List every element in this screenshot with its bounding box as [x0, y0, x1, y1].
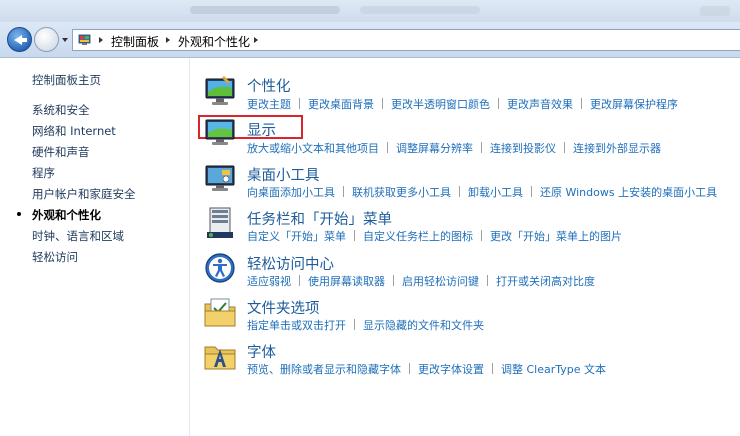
- link-uninstall-gadget[interactable]: 卸载小工具: [468, 184, 523, 200]
- sidebar-item-ease-of-access[interactable]: 轻松访问: [32, 249, 78, 265]
- category-title-ease-of-access[interactable]: 轻松访问中心: [247, 253, 334, 274]
- breadcrumb-separator-icon[interactable]: [166, 37, 170, 43]
- sidebar-item-hardware-sound[interactable]: 硬件和声音: [32, 144, 90, 160]
- sidebar-item-programs[interactable]: 程序: [32, 165, 55, 181]
- link-optimize-visual[interactable]: 适应弱视: [247, 273, 291, 289]
- fonts-icon: [204, 346, 236, 370]
- link-connect-external-display[interactable]: 连接到外部显示器: [573, 140, 661, 156]
- current-item-bullet: [17, 212, 21, 216]
- link-change-window-color[interactable]: 更改半透明窗口颜色: [391, 96, 490, 112]
- category-links-personalization: 更改主题 更改桌面背景 更改半透明窗口颜色 更改声音效果 更改屏幕保护程序: [247, 96, 678, 112]
- link-divider: [487, 275, 488, 286]
- link-divider: [354, 319, 355, 330]
- link-divider: [299, 98, 300, 109]
- blurred-window-controls: [700, 6, 730, 16]
- link-customize-start-menu[interactable]: 自定义「开始」菜单: [247, 228, 346, 244]
- gadgets-icon: [205, 165, 235, 191]
- link-customize-taskbar-icons[interactable]: 自定义任务栏上的图标: [363, 228, 473, 244]
- sidebar-item-clock-language[interactable]: 时钟、语言和区域: [32, 228, 124, 244]
- sidebar-item-user-accounts[interactable]: 用户帐户和家庭安全: [32, 186, 136, 202]
- taskbar-icon: [207, 207, 233, 238]
- link-divider: [492, 363, 493, 374]
- category-title-fonts[interactable]: 字体: [247, 341, 276, 362]
- control-panel-icon: [78, 34, 91, 45]
- link-change-start-menu-picture[interactable]: 更改「开始」菜单上的图片: [490, 228, 622, 244]
- link-change-font-settings[interactable]: 更改字体设置: [418, 361, 484, 377]
- category-links-display: 放大或缩小文本和其他项目 调整屏幕分辨率 连接到投影仪 连接到外部显示器: [247, 140, 661, 156]
- link-adjust-cleartype[interactable]: 调整 ClearType 文本: [501, 361, 606, 377]
- link-adjust-resolution[interactable]: 调整屏幕分辨率: [396, 140, 473, 156]
- link-divider: [387, 142, 388, 153]
- link-resize-text[interactable]: 放大或缩小文本和其他项目: [247, 140, 379, 156]
- address-bar[interactable]: 控制面板 外观和个性化: [72, 29, 740, 51]
- link-use-screen-reader[interactable]: 使用屏幕读取器: [308, 273, 385, 289]
- link-add-gadgets[interactable]: 向桌面添加小工具: [247, 184, 335, 200]
- link-high-contrast[interactable]: 打开或关闭高对比度: [496, 273, 595, 289]
- category-title-folder-options[interactable]: 文件夹选项: [247, 297, 320, 318]
- breadcrumb-separator-icon[interactable]: [99, 37, 103, 43]
- link-divider: [564, 142, 565, 153]
- breadcrumb-control-panel[interactable]: 控制面板: [111, 33, 159, 50]
- sidebar-item-appearance: 外观和个性化: [32, 208, 101, 222]
- category-title-taskbar[interactable]: 任务栏和「开始」菜单: [247, 208, 392, 229]
- category-links-fonts: 预览、删除或者显示和隐藏字体 更改字体设置 调整 ClearType 文本: [247, 361, 606, 377]
- category-links-ease-of-access: 适应弱视 使用屏幕读取器 启用轻松访问键 打开或关闭高对比度: [247, 273, 595, 289]
- link-show-hidden-files[interactable]: 显示隐藏的文件和文件夹: [363, 317, 484, 333]
- sidebar: 控制面板主页 系统和安全 网络和 Internet 硬件和声音 程序 用户帐户和…: [0, 59, 190, 436]
- forward-button[interactable]: [34, 27, 59, 52]
- link-divider: [531, 186, 532, 197]
- category-title-gadgets[interactable]: 桌面小工具: [247, 164, 320, 185]
- link-divider: [343, 186, 344, 197]
- link-restore-gadgets[interactable]: 还原 Windows 上安装的桌面小工具: [540, 184, 717, 200]
- category-links-folder-options: 指定单击或双击打开 显示隐藏的文件和文件夹: [247, 317, 484, 333]
- link-divider: [409, 363, 410, 374]
- link-divider: [299, 275, 300, 286]
- link-divider: [393, 275, 394, 286]
- link-divider: [481, 230, 482, 241]
- main-content: 个性化 更改主题 更改桌面背景 更改半透明窗口颜色 更改声音效果 更改屏幕保护程序 显示…: [191, 59, 740, 436]
- link-change-sounds[interactable]: 更改声音效果: [507, 96, 573, 112]
- link-connect-projector[interactable]: 连接到投影仪: [490, 140, 556, 156]
- link-change-desktop-background[interactable]: 更改桌面背景: [308, 96, 374, 112]
- link-divider: [498, 98, 499, 109]
- link-single-double-click[interactable]: 指定单击或双击打开: [247, 317, 346, 333]
- category-title-display[interactable]: 显示: [247, 119, 276, 140]
- sidebar-item-system-security[interactable]: 系统和安全: [32, 102, 90, 118]
- link-turn-on-easy-access-keys[interactable]: 启用轻松访问键: [402, 273, 479, 289]
- category-links-gadgets: 向桌面添加小工具 联机获取更多小工具 卸载小工具 还原 Windows 上安装的桌面小…: [247, 184, 717, 200]
- link-divider: [581, 98, 582, 109]
- link-get-more-gadgets[interactable]: 联机获取更多小工具: [352, 184, 451, 200]
- personalization-icon: [205, 76, 235, 105]
- back-button[interactable]: [7, 27, 32, 52]
- breadcrumb-separator-icon[interactable]: [254, 37, 258, 43]
- display-icon: [205, 119, 235, 145]
- category-links-taskbar: 自定义「开始」菜单 自定义任务栏上的图标 更改「开始」菜单上的图片: [247, 228, 622, 244]
- folder-options-icon: [204, 298, 236, 327]
- link-change-screen-saver[interactable]: 更改屏幕保护程序: [590, 96, 678, 112]
- breadcrumb-appearance[interactable]: 外观和个性化: [178, 33, 250, 50]
- link-divider: [354, 230, 355, 241]
- sidebar-item-network[interactable]: 网络和 Internet: [32, 123, 116, 139]
- navigation-bar: 控制面板 外观和个性化: [0, 22, 740, 58]
- link-change-theme[interactable]: 更改主题: [247, 96, 291, 112]
- window-title-bar: [0, 0, 740, 22]
- link-preview-fonts[interactable]: 预览、删除或者显示和隐藏字体: [247, 361, 401, 377]
- ease-of-access-icon: [205, 253, 235, 283]
- link-divider: [382, 98, 383, 109]
- sidebar-item-control-panel-home[interactable]: 控制面板主页: [32, 72, 101, 88]
- link-divider: [459, 186, 460, 197]
- blurred-title-text-2: [360, 6, 480, 14]
- category-title-personalization[interactable]: 个性化: [247, 75, 291, 96]
- recent-pages-dropdown-icon[interactable]: [62, 38, 68, 42]
- blurred-title-text: [190, 6, 340, 14]
- link-divider: [481, 142, 482, 153]
